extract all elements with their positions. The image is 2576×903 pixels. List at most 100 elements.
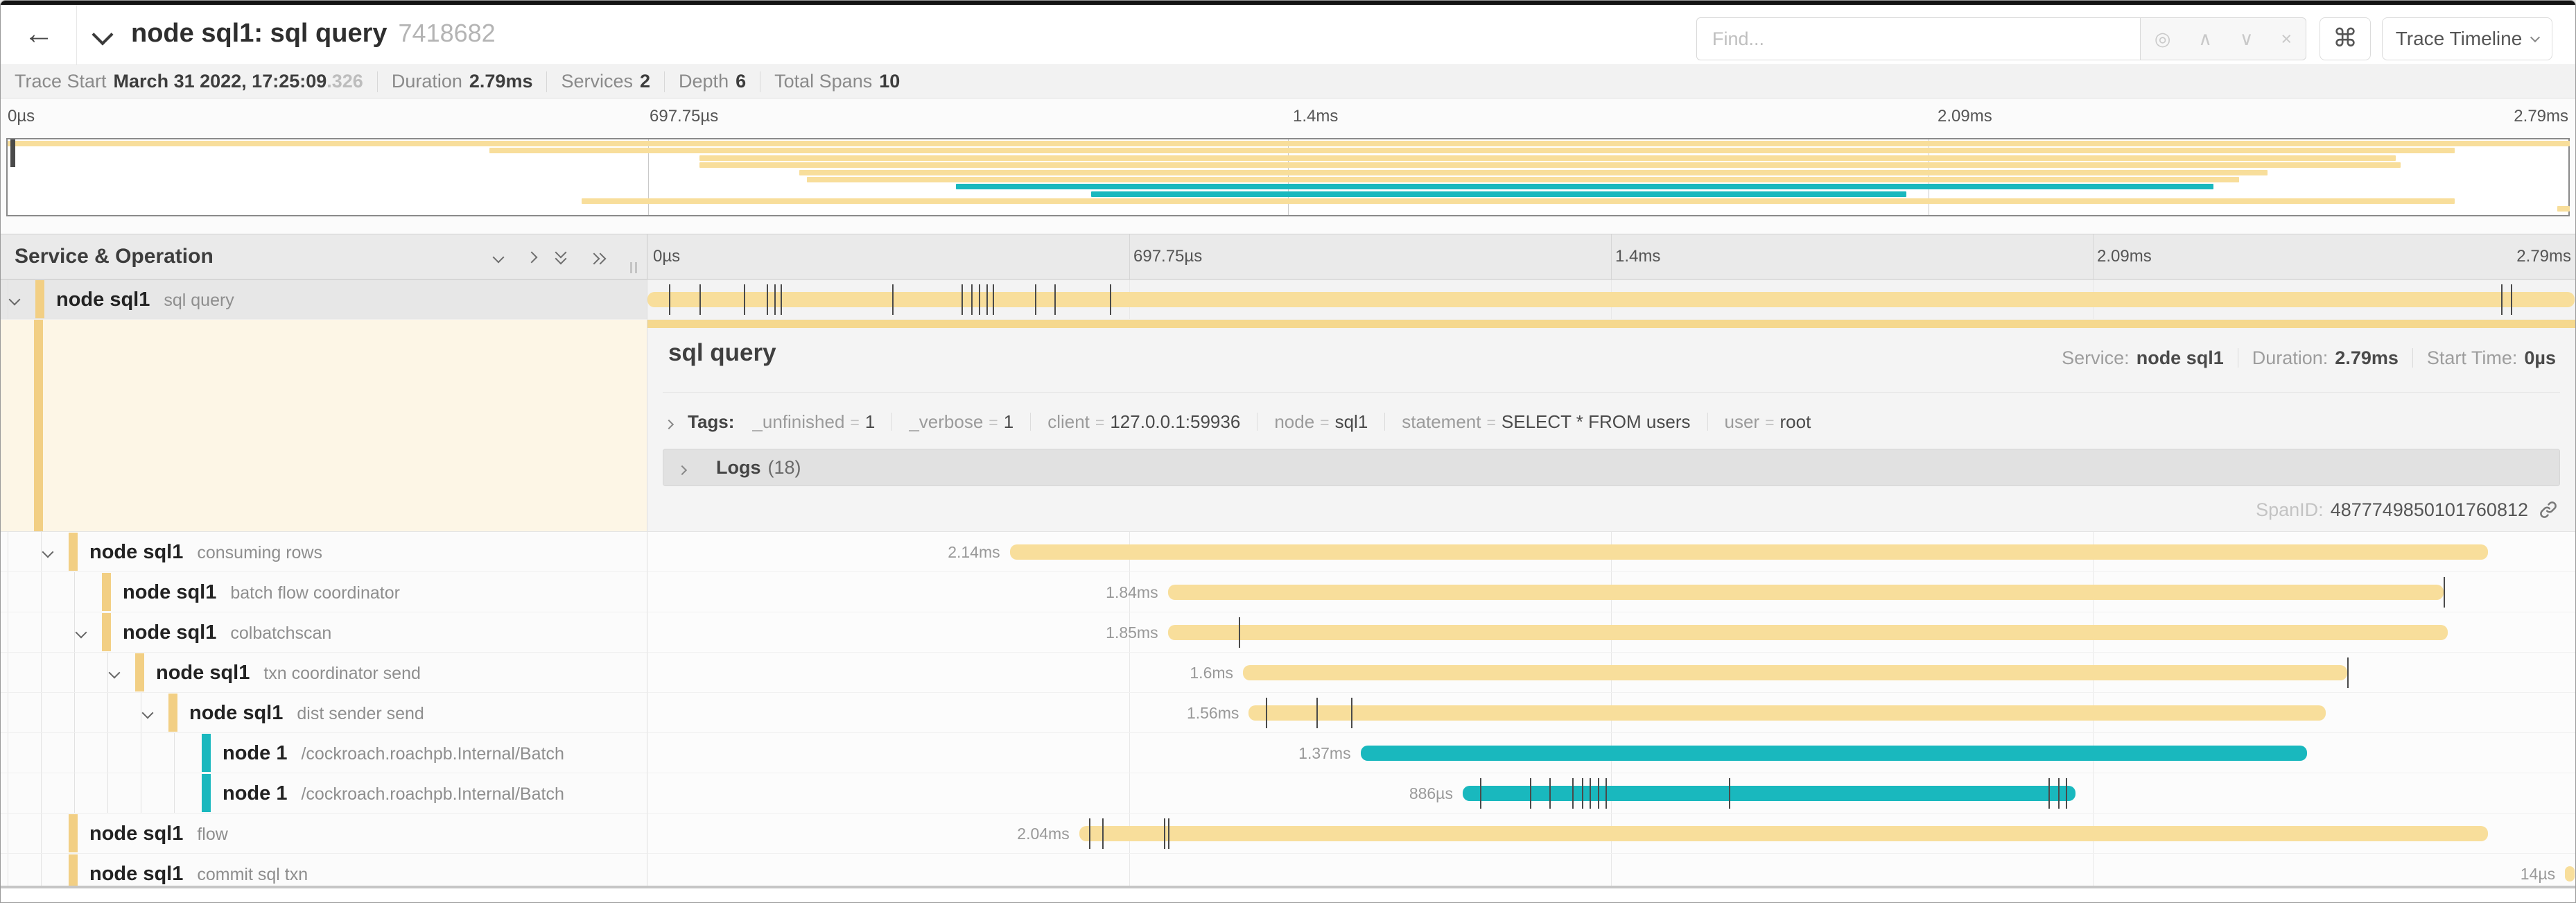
- span-tree-row[interactable]: node sql1flow: [1, 814, 647, 854]
- keyboard-shortcuts-button[interactable]: ⌘: [2320, 17, 2371, 60]
- tag-key: statement: [1402, 411, 1481, 432]
- span-row: node sql1sql query: [1, 280, 2575, 320]
- tag-divider: [1384, 413, 1385, 431]
- minimap-span-bar: [799, 170, 2268, 175]
- tree-guide-line: [107, 773, 108, 813]
- chevron-down-icon[interactable]: [9, 294, 21, 306]
- span-bar-row[interactable]: 1.85ms: [647, 612, 2575, 653]
- span-duration-label: 14µs: [2521, 854, 2555, 886]
- span-bar-row[interactable]: [647, 280, 2575, 320]
- logs-expander[interactable]: Logs(18): [663, 449, 2560, 486]
- span-tree-row[interactable]: node sql1colbatchscan: [1, 612, 647, 653]
- find-next-icon[interactable]: ∨: [2240, 28, 2254, 50]
- tree-guide-line: [41, 854, 42, 886]
- tree-guide-line: [41, 612, 42, 652]
- timeline-bottom-scrollbar[interactable]: [1, 886, 2575, 888]
- span-bar[interactable]: [1079, 826, 2488, 841]
- span-bar-row[interactable]: 1.84ms: [647, 572, 2575, 612]
- span-bar[interactable]: [1168, 585, 2444, 600]
- log-marker-tick: [1351, 698, 1352, 728]
- back-button[interactable]: ←: [19, 15, 59, 55]
- chevron-down-icon[interactable]: [109, 667, 121, 679]
- duration-meta-label: Duration:: [2252, 347, 2329, 368]
- locate-icon[interactable]: ◎: [2155, 28, 2171, 50]
- collapse-one-icon[interactable]: [494, 252, 503, 265]
- span-row: node 1/cockroach.roachpb.Internal/Batch1…: [1, 733, 2575, 773]
- tree-guide-line: [41, 653, 42, 692]
- log-marker-tick: [1572, 778, 1574, 809]
- tag-value: root: [1780, 411, 1811, 432]
- log-marker-tick: [971, 284, 973, 315]
- span-bar[interactable]: [1463, 786, 2075, 801]
- tree-guide-line: [174, 733, 175, 773]
- span-bar[interactable]: [647, 292, 2575, 307]
- span-tree-row[interactable]: node 1/cockroach.roachpb.Internal/Batch: [1, 733, 647, 773]
- tag-equals: =: [1095, 413, 1104, 431]
- tree-guide-line: [74, 693, 75, 732]
- span-tree-row[interactable]: node sql1commit sql txn: [1, 854, 647, 886]
- span-tree-row[interactable]: node sql1batch flow coordinator: [1, 572, 647, 612]
- log-marker-tick: [1598, 778, 1599, 809]
- span-tree-row[interactable]: node 1/cockroach.roachpb.Internal/Batch: [1, 773, 647, 814]
- collapse-all-icon[interactable]: [557, 248, 572, 267]
- tag-equals: =: [850, 413, 859, 431]
- minimap-canvas[interactable]: [6, 138, 2570, 216]
- log-marker-tick: [767, 284, 768, 315]
- span-bar-row[interactable]: 1.6ms: [647, 653, 2575, 693]
- tag-key: client: [1047, 411, 1090, 432]
- timeline-gridline: [1129, 693, 1130, 732]
- span-tree-row[interactable]: node sql1txn coordinator send: [1, 653, 647, 693]
- log-marker-tick: [1266, 698, 1267, 728]
- span-bar-row[interactable]: 14µs: [647, 854, 2575, 886]
- expand-one-icon[interactable]: [528, 252, 536, 265]
- column-resizer-grip[interactable]: [630, 262, 640, 273]
- trace-page-header: ← node sql1: sql query7418682 ◎ ∧ ∨ × ⌘ …: [1, 5, 2575, 64]
- chevron-down-icon[interactable]: [76, 627, 87, 639]
- span-duration-label: 1.84ms: [1106, 572, 1158, 612]
- span-name: node sql1colbatchscan: [123, 612, 331, 656]
- find-prev-icon[interactable]: ∧: [2198, 28, 2212, 50]
- span-bar-row[interactable]: 1.37ms: [647, 733, 2575, 773]
- span-bar[interactable]: [1243, 665, 2347, 680]
- link-icon[interactable]: [2538, 499, 2559, 520]
- expand-all-icon[interactable]: [590, 252, 605, 271]
- tag-equals: =: [989, 413, 998, 431]
- timeline-gridline: [1129, 653, 1130, 692]
- tags-row[interactable]: Tags:_unfinished=1_verbose=1client=127.0…: [665, 400, 2557, 443]
- span-tree-row[interactable]: node sql1consuming rows: [1, 532, 647, 572]
- ruler-tick-label: 697.75µs: [1133, 234, 1202, 279]
- span-detail-meta: Service:node sql1Duration:2.79msStart Ti…: [2062, 347, 2556, 369]
- logs-label: Logs: [716, 457, 761, 478]
- find-clear-icon[interactable]: ×: [2281, 28, 2292, 50]
- log-marker-tick: [1110, 284, 1111, 315]
- service-name: node 1: [223, 782, 287, 805]
- span-name: node sql1batch flow coordinator: [123, 572, 400, 616]
- chevron-down-icon[interactable]: [42, 547, 54, 558]
- tree-guide-line: [107, 693, 108, 732]
- span-bar[interactable]: [1361, 746, 2307, 761]
- minimap-range-handle[interactable]: [10, 139, 15, 167]
- find-input[interactable]: [1696, 17, 2140, 60]
- operation-name: sql query: [164, 291, 234, 310]
- span-bar-row[interactable]: 1.56ms: [647, 693, 2575, 733]
- span-bar-row[interactable]: 886µs: [647, 773, 2575, 814]
- span-tree-row[interactable]: node sql1sql query: [1, 280, 647, 320]
- span-bar-row[interactable]: 2.14ms: [647, 532, 2575, 572]
- span-bar[interactable]: [1248, 705, 2326, 721]
- span-row: node sql1txn coordinator send1.6ms: [1, 653, 2575, 693]
- span-bar[interactable]: [2565, 866, 2575, 882]
- span-detail-title: sql query: [668, 339, 776, 367]
- tag-key: node: [1274, 411, 1314, 432]
- minimap-tick-label: 2.09ms: [1938, 107, 1992, 126]
- service-operation-header: Service & Operation: [1, 234, 647, 279]
- span-bar-row[interactable]: 2.04ms: [647, 814, 2575, 854]
- span-bar[interactable]: [1168, 625, 2448, 640]
- span-tree-row[interactable]: node sql1dist sender send: [1, 693, 647, 733]
- collapse-trace-chevron-down-icon[interactable]: [92, 24, 113, 45]
- span-bar[interactable]: [1010, 544, 2488, 560]
- span-row: node sql1colbatchscan 1.85ms: [1, 612, 2575, 653]
- chevron-down-icon[interactable]: [142, 707, 154, 719]
- trace-timeline-page: ← node sql1: sql query7418682 ◎ ∧ ∨ × ⌘ …: [0, 0, 2576, 903]
- trace-view-select[interactable]: Trace Timeline: [2382, 17, 2552, 60]
- service-color-stripe: [69, 854, 78, 886]
